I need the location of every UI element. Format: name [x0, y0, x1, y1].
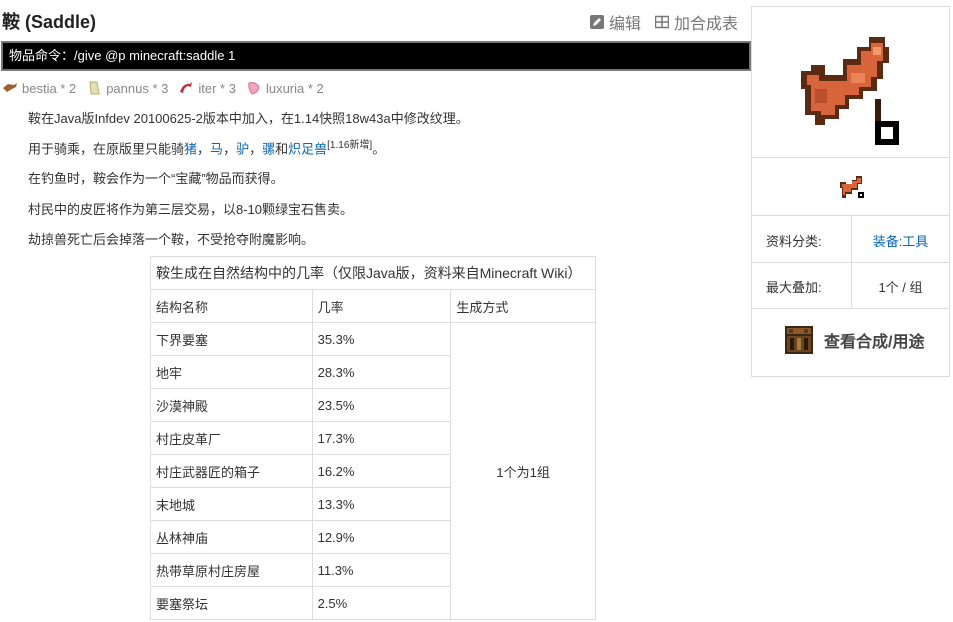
text: 。: [372, 141, 386, 157]
structure-name: 要塞祭坛: [150, 586, 313, 620]
page-title: 鞍 (Saddle): [2, 12, 97, 32]
aspect-tags: bestia * 2 pannus * 3 iter * 3 luxuria *…: [2, 80, 324, 96]
chance-value: 12.9%: [311, 520, 452, 554]
page-actions: 编辑 加合成表: [590, 10, 738, 34]
link-pig[interactable]: 猪: [184, 141, 197, 156]
link-strider[interactable]: 炽足兽: [288, 141, 327, 156]
structure-name: 村庄武器匠的箱子: [150, 454, 313, 488]
link-mule[interactable]: 骡: [262, 141, 275, 156]
chance-value: 28.3%: [311, 355, 452, 389]
chance-value: 13.3%: [311, 487, 452, 521]
category-label: 资料分类:: [766, 234, 822, 249]
chance-value: 23.5%: [311, 388, 452, 422]
structure-name: 沙漠神殿: [150, 388, 313, 422]
aspect-tag[interactable]: bestia * 2: [2, 80, 76, 96]
chance-value: 2.5%: [311, 586, 452, 620]
description-paragraph: 在钓鱼时，鞍会作为一个“宝藏”物品而获得。: [28, 171, 284, 186]
aspect-tag[interactable]: pannus * 3: [86, 80, 168, 96]
view-recipe-button[interactable]: 查看合成/用途: [784, 325, 924, 355]
category-link[interactable]: 装备:工具: [852, 231, 949, 250]
chance-value: 11.3%: [311, 553, 452, 587]
saddle-icon: [801, 37, 899, 145]
bestia-icon: [3, 83, 17, 92]
text: 和: [275, 141, 289, 157]
aspect-tag-label: luxuria * 2: [265, 80, 324, 96]
divider: [752, 157, 949, 158]
edit-button[interactable]: 编辑: [590, 10, 641, 34]
table-row: 下界要塞 35.3% 1个为1组: [150, 322, 596, 620]
structure-name: 村庄皮革厂: [150, 421, 313, 455]
structure-name: 热带草原村庄房屋: [150, 553, 313, 587]
structure-name: 下界要塞: [150, 322, 313, 356]
column-header: 结构名称: [150, 289, 313, 323]
aspect-tag[interactable]: iter * 3: [178, 80, 236, 96]
stack-row: 最大叠加: 1个 / 组: [752, 262, 949, 308]
column-header: 生成方式: [450, 289, 596, 323]
give-command-bar[interactable]: 物品命令：/give @p minecraft:saddle 1: [1, 41, 751, 71]
edit-icon: [590, 15, 604, 29]
stack-label: 最大叠加:: [766, 280, 822, 295]
aspect-tag[interactable]: luxuria * 2: [246, 80, 324, 96]
text: 用于骑乘，在原版里只能骑: [28, 141, 185, 157]
chance-value: 17.3%: [311, 421, 452, 455]
column-header: 几率: [311, 289, 452, 323]
view-recipe-label: 查看合成/用途: [824, 334, 925, 351]
iter-icon: [180, 82, 193, 93]
text: ，: [223, 141, 237, 157]
edit-label: 编辑: [609, 16, 642, 33]
text: ，: [249, 141, 263, 157]
description-paragraph: 鞍在Java版Infdev 20100625-2版本中加入，在1.14快照18w…: [28, 111, 469, 126]
saddle-small-icon[interactable]: [838, 174, 866, 202]
description-paragraph: 劫掠兽死亡后会掉落一个鞍，不受抢夺附魔影响。: [28, 232, 315, 247]
crafting-table-icon: [785, 326, 813, 354]
chance-value: 16.2%: [311, 454, 452, 488]
version-note: [1.16新增]: [327, 140, 373, 151]
aspect-tag-label: bestia * 2: [22, 80, 77, 96]
divider: [752, 308, 949, 309]
aspect-tag-label: iter * 3: [198, 80, 236, 96]
structure-name: 丛林神庙: [150, 520, 313, 554]
loot-chance-table: 鞍生成在自然结构中的几率（仅限Java版，资料来自Minecraft Wiki）…: [150, 256, 596, 620]
table-header-row: 结构名称 几率 生成方式: [150, 289, 596, 323]
generation-method: 1个为1组: [450, 322, 596, 620]
add-recipe-table-button[interactable]: 加合成表: [655, 10, 738, 34]
chance-value: 35.3%: [311, 322, 452, 356]
pannus-icon: [89, 81, 100, 95]
table-icon: [655, 15, 670, 29]
link-donkey[interactable]: 驴: [236, 141, 249, 156]
description-paragraph: 村民中的皮匠将作为第三层交易，以8-10颗绿宝石售卖。: [28, 202, 354, 217]
description-paragraph: 用于骑乘，在原版里只能骑猪，马，驴，骡和炽足兽[1.16新增]。: [28, 136, 385, 157]
table-caption: 鞍生成在自然结构中的几率（仅限Java版，资料来自Minecraft Wiki）: [150, 256, 596, 290]
structure-name: 末地城: [150, 487, 313, 521]
text: ，: [197, 141, 211, 157]
link-horse[interactable]: 马: [210, 141, 223, 156]
luxuria-icon: [248, 82, 260, 95]
aspect-tag-label: pannus * 3: [106, 80, 169, 96]
structure-name: 地牢: [150, 355, 313, 389]
stack-value: 1个 / 组: [878, 280, 923, 295]
add-table-label: 加合成表: [674, 16, 739, 33]
